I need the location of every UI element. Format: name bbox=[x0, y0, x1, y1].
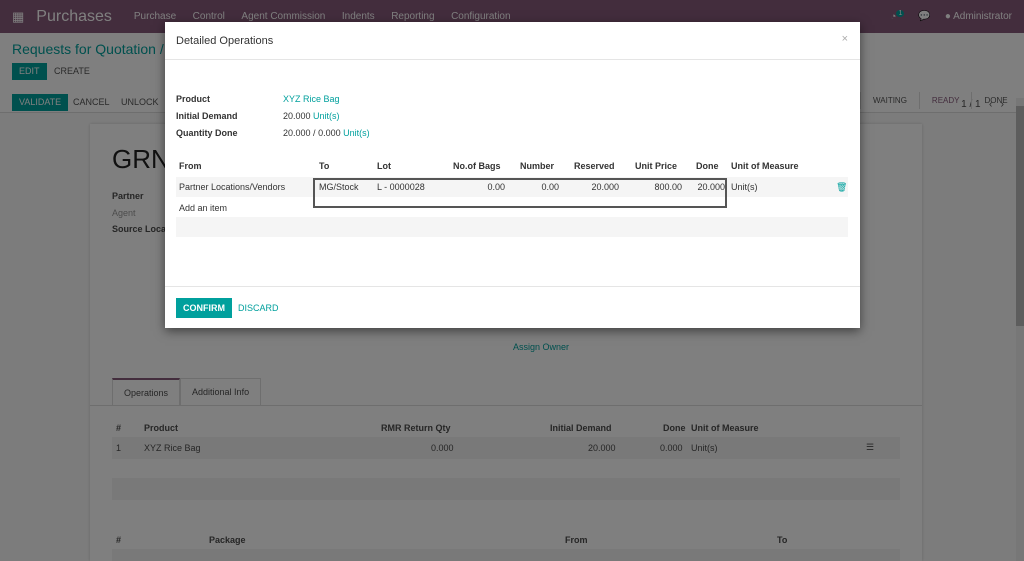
header-lot: Lot bbox=[377, 161, 391, 171]
modal-header: Detailed Operations × bbox=[165, 22, 860, 60]
header-to: To bbox=[319, 161, 330, 171]
qty-uom[interactable]: Unit(s) bbox=[343, 128, 370, 138]
header-number: Number bbox=[520, 161, 555, 171]
header-done: Done bbox=[696, 161, 719, 171]
initial-demand-label: Initial Demand bbox=[176, 111, 238, 121]
cell-from[interactable]: Partner Locations/Vendors bbox=[179, 182, 285, 192]
initial-demand-value: 20.000 Unit(s) bbox=[283, 111, 340, 121]
demand-qty: 20.000 bbox=[283, 111, 311, 121]
discard-button[interactable]: DISCARD bbox=[231, 298, 286, 318]
header-bags: No.of Bags bbox=[453, 161, 501, 171]
product-label: Product bbox=[176, 94, 211, 104]
add-item-link[interactable]: Add an item bbox=[179, 203, 227, 213]
detailed-operations-dialog: Detailed Operations × Product XYZ Rice B… bbox=[165, 22, 860, 328]
trash-icon[interactable]: 🗑 bbox=[836, 182, 847, 193]
modal-title: Detailed Operations bbox=[176, 35, 274, 47]
header-from: From bbox=[179, 161, 202, 171]
cell-uom[interactable]: Unit(s) bbox=[731, 182, 758, 192]
qty-done: 20.000 bbox=[283, 128, 311, 138]
confirm-button[interactable]: CONFIRM bbox=[176, 298, 232, 318]
header-reserved: Reserved bbox=[574, 161, 615, 171]
empty-row bbox=[176, 217, 848, 237]
qty-total: 0.000 bbox=[318, 128, 341, 138]
highlight-box bbox=[313, 178, 727, 208]
quantity-done-label: Quantity Done bbox=[176, 128, 238, 138]
modal-footer: CONFIRM DISCARD bbox=[165, 286, 860, 328]
demand-uom[interactable]: Unit(s) bbox=[313, 111, 340, 121]
header-unit-price: Unit Price bbox=[635, 161, 678, 171]
header-uom: Unit of Measure bbox=[731, 161, 799, 171]
close-icon[interactable]: × bbox=[842, 33, 848, 45]
product-value[interactable]: XYZ Rice Bag bbox=[283, 94, 340, 104]
quantity-done-value: 20.000 / 0.000 Unit(s) bbox=[283, 128, 370, 138]
qty-separator: / bbox=[313, 128, 316, 138]
